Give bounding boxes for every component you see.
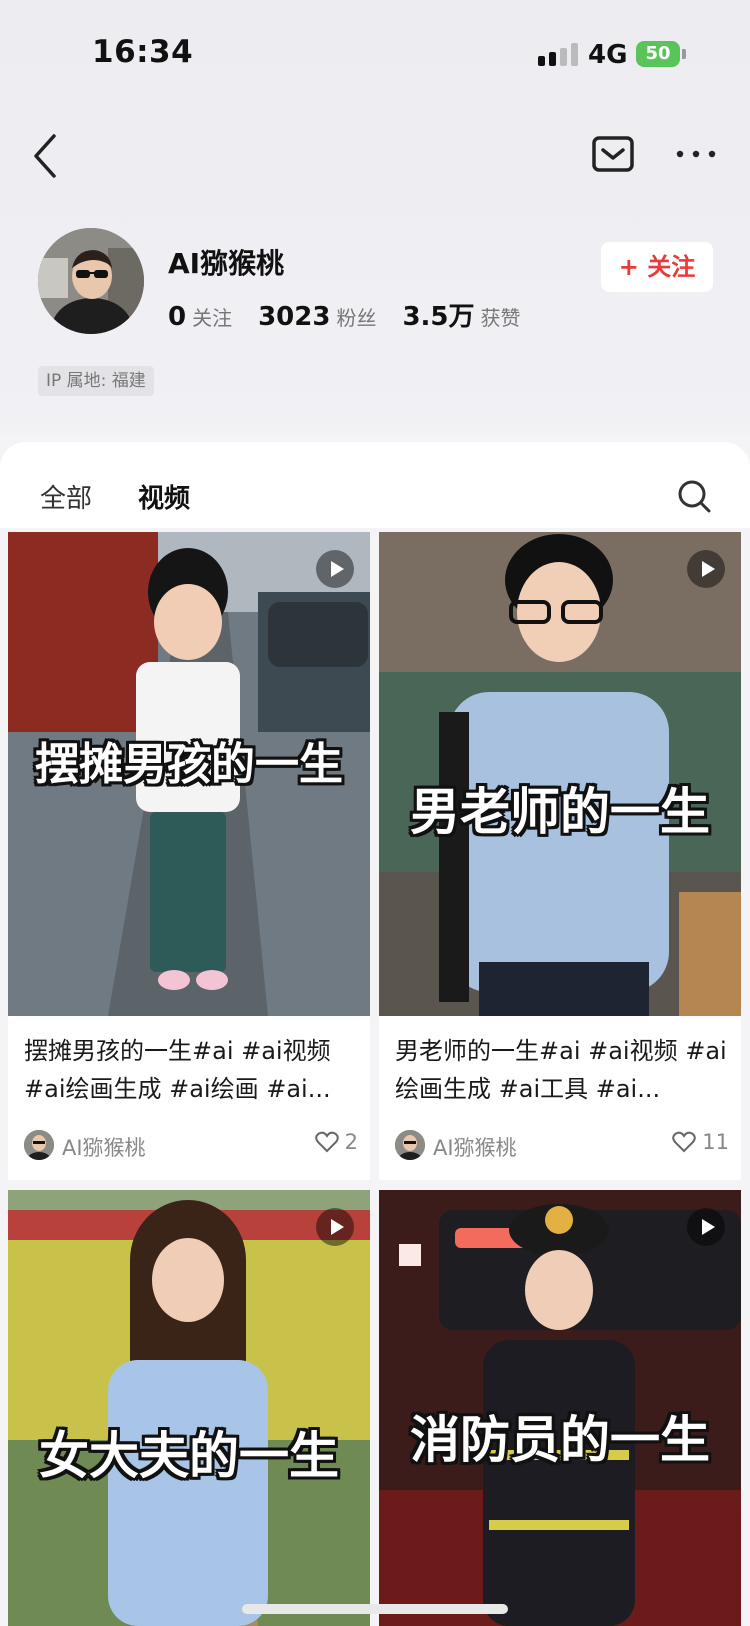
mail-icon — [592, 136, 634, 172]
video-card[interactable]: 摆摊男孩的一生 摆摊男孩的一生#ai #ai视频 #ai绘画生成 #ai绘画 #… — [8, 532, 370, 1180]
video-thumbnail[interactable]: 摆摊男孩的一生 — [8, 532, 370, 1016]
tab-all[interactable]: 全部 — [40, 478, 92, 515]
heart-icon — [672, 1131, 697, 1153]
author-avatar — [24, 1130, 54, 1160]
heart-icon — [314, 1131, 339, 1153]
stat-value: 3023 — [258, 302, 331, 332]
more-button[interactable] — [672, 138, 720, 168]
stat-value: 3.5万 — [402, 302, 475, 332]
video-card[interactable]: 男老师的一生 男老师的一生#ai #ai视频 #ai绘画生成 #ai工具 #ai… — [379, 532, 741, 1180]
home-indicator — [242, 1604, 508, 1614]
video-meta: AI猕猴桃 2 — [24, 1126, 358, 1162]
battery-icon: 50 — [636, 41, 680, 67]
thumbnail-image — [8, 1190, 370, 1626]
author-name: AI猕猴桃 — [62, 1136, 146, 1160]
back-icon — [34, 134, 56, 178]
stat-label: 粉丝 — [336, 306, 377, 330]
profile-stats: 0 关注 3023 粉丝 3.5万 获赞 — [168, 296, 547, 333]
video-meta: AI猕猴桃 11 — [395, 1126, 729, 1162]
play-icon — [316, 550, 354, 588]
like-button[interactable]: 2 — [314, 1130, 358, 1154]
battery-tip — [682, 49, 686, 59]
stat-label: 关注 — [192, 306, 233, 330]
play-icon — [687, 550, 725, 588]
video-thumbnail[interactable]: 女大夫的一生 — [8, 1190, 370, 1626]
more-icon — [676, 150, 716, 158]
avatar-image — [38, 228, 144, 334]
status-time: 16:34 — [92, 34, 194, 70]
search-icon — [678, 480, 711, 513]
search-button[interactable] — [676, 478, 712, 514]
ip-location-badge: IP 属地: 福建 — [38, 366, 154, 396]
video-thumbnail[interactable]: 消防员的一生 — [379, 1190, 741, 1626]
stat-following[interactable]: 0 关注 — [168, 302, 232, 332]
network-label: 4G — [588, 40, 628, 70]
author-avatar — [395, 1130, 425, 1160]
stat-likes[interactable]: 3.5万 获赞 — [402, 296, 520, 333]
play-icon — [687, 1208, 725, 1246]
video-card[interactable]: 女大夫的一生 — [8, 1190, 370, 1626]
like-count: 11 — [702, 1130, 729, 1154]
follow-button[interactable]: + 关注 — [601, 242, 713, 292]
play-icon — [316, 1208, 354, 1246]
signal-icon — [538, 43, 578, 66]
like-button[interactable]: 11 — [672, 1130, 729, 1154]
tab-video[interactable]: 视频 — [138, 478, 190, 515]
stat-value: 0 — [168, 302, 187, 332]
stat-followers[interactable]: 3023 粉丝 — [258, 302, 376, 332]
thumbnail-caption: 摆摊男孩的一生 — [35, 739, 343, 790]
back-button[interactable] — [28, 128, 68, 184]
thumbnail-caption: 消防员的一生 — [410, 1411, 710, 1469]
stat-label: 获赞 — [480, 306, 521, 330]
status-bar: 16:34 4G 50 — [0, 0, 750, 100]
profile-name: AI猕猴桃 — [168, 247, 285, 280]
video-thumbnail[interactable]: 男老师的一生 — [379, 532, 741, 1016]
video-card[interactable]: 消防员的一生 — [379, 1190, 741, 1626]
thumbnail-caption: 男老师的一生 — [410, 783, 710, 841]
avatar[interactable] — [38, 228, 144, 334]
tab-bar — [0, 442, 750, 528]
video-title: 男老师的一生#ai #ai视频 #ai绘画生成 #ai工具 #ai... — [395, 1037, 727, 1103]
thumbnail-caption: 女大夫的一生 — [39, 1427, 339, 1485]
like-count: 2 — [344, 1130, 358, 1154]
video-title: 摆摊男孩的一生#ai #ai视频 #ai绘画生成 #ai绘画 #ai... — [24, 1037, 331, 1103]
message-button[interactable] — [590, 134, 636, 174]
author-name: AI猕猴桃 — [433, 1136, 517, 1160]
